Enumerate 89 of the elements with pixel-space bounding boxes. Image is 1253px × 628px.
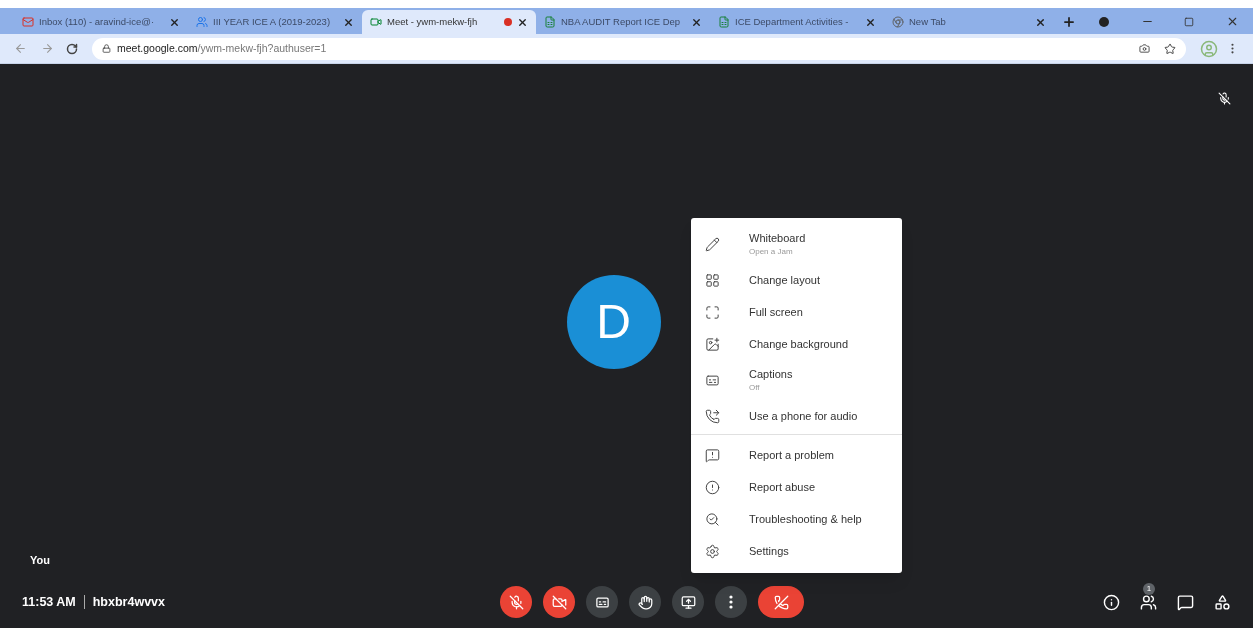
profile-indicator-icon[interactable]	[1099, 17, 1109, 27]
captions-icon	[594, 594, 610, 610]
menu-item[interactable]: Full screen	[691, 296, 902, 328]
new-tab-icon[interactable]	[1062, 15, 1076, 29]
pencil-icon	[705, 236, 720, 252]
clock-time: 11:53 AM	[22, 593, 76, 611]
menu-item-label: Report abuse	[749, 479, 816, 495]
captions-icon	[705, 372, 720, 388]
hand-icon	[637, 594, 653, 610]
camera-off-icon	[551, 594, 567, 610]
spreadsheet-icon	[544, 16, 556, 28]
chat-icon[interactable]	[1177, 593, 1194, 611]
menu-item-label: Whiteboard	[749, 230, 806, 246]
bookmark-star-icon[interactable]	[1164, 42, 1176, 55]
maximize-icon[interactable]	[1184, 17, 1194, 27]
settings-icon	[705, 543, 720, 559]
people-icon[interactable]	[1140, 593, 1157, 611]
menu-item-label: Full screen	[749, 304, 803, 320]
url-text: meet.google.com/ywm-mekw-fjh?authuser=1	[117, 40, 327, 56]
hang-up-icon	[773, 594, 789, 610]
globe-icon	[892, 16, 904, 28]
lock-icon	[102, 44, 111, 53]
background-icon	[705, 336, 720, 352]
browser-tab[interactable]: New Tab	[884, 10, 1054, 34]
menu-item-sublabel: Off	[749, 382, 761, 395]
tab-title: ICE Department Activities -	[735, 14, 850, 29]
phone-icon	[705, 408, 720, 424]
people-icon	[196, 16, 208, 28]
tab-title: III YEAR ICE A (2019-2023)	[213, 14, 332, 29]
camera-icon[interactable]	[1139, 43, 1150, 54]
tab-title: Inbox (110) - aravind-ice@·	[39, 14, 156, 29]
mail-icon	[22, 16, 34, 28]
participant-name: You	[30, 552, 50, 568]
tab-title: New Tab	[909, 14, 947, 29]
fullscreen-icon	[705, 304, 720, 320]
menu-item-label: Use a phone for audio	[749, 408, 858, 424]
menu-item-label: Change background	[749, 336, 849, 352]
menu-item[interactable]: Change layout	[691, 264, 902, 296]
menu-item[interactable]: Captions Off	[691, 360, 902, 400]
video-camera-icon	[370, 16, 382, 28]
close-tab-icon[interactable]	[169, 16, 180, 28]
address-bar[interactable]: meet.google.com/ywm-mekw-fjh?authuser=1	[92, 37, 1186, 60]
feedback-icon	[705, 447, 720, 463]
menu-item-sublabel: Open a Jam	[749, 246, 794, 259]
alert-icon	[705, 479, 720, 495]
tab-title: NBA AUDIT Report ICE Dep	[561, 14, 682, 29]
present-icon	[680, 594, 696, 610]
menu-item-label: Troubleshooting & help	[749, 511, 862, 527]
layout-icon	[705, 272, 720, 288]
more-options-button[interactable]	[715, 586, 747, 618]
leave-call-button[interactable]	[758, 586, 804, 618]
spreadsheet-icon	[718, 16, 730, 28]
browser-tab[interactable]: ICE Department Activities -	[710, 10, 884, 34]
close-window-icon[interactable]	[1226, 15, 1239, 28]
close-tab-icon[interactable]	[691, 16, 702, 28]
info-icon[interactable]	[1103, 593, 1120, 611]
close-tab-icon[interactable]	[865, 16, 876, 28]
mic-off-icon	[508, 594, 524, 610]
captions-button[interactable]	[586, 586, 618, 618]
close-tab-icon[interactable]	[517, 16, 528, 28]
menu-item[interactable]: Whiteboard Open a Jam	[691, 224, 902, 264]
menu-item-label: Change layout	[749, 272, 820, 288]
reload-icon[interactable]	[66, 42, 78, 55]
menu-item[interactable]: Use a phone for audio	[691, 400, 902, 432]
camera-button[interactable]	[543, 586, 575, 618]
close-tab-icon[interactable]	[343, 16, 354, 28]
participant-count-badge: 1	[1143, 582, 1155, 595]
magnifier-icon	[705, 511, 720, 527]
menu-item-label: Captions	[749, 366, 793, 382]
menu-item-label: Report a problem	[749, 447, 834, 463]
present-button[interactable]	[672, 586, 704, 618]
more-icon	[729, 595, 733, 609]
mic-button[interactable]	[500, 586, 532, 618]
menu-item[interactable]: Change background	[691, 328, 902, 360]
menu-item[interactable]: Report abuse	[691, 471, 902, 503]
browser-tab[interactable]: Meet - ywm-mekw-fjh	[362, 10, 536, 34]
tab-title: Meet - ywm-mekw-fjh	[387, 14, 479, 29]
browser-tab[interactable]: NBA AUDIT Report ICE Dep	[536, 10, 710, 34]
menu-item[interactable]: Settings	[691, 535, 902, 567]
menu-item-label: Settings	[749, 543, 789, 559]
browser-tab[interactable]: III YEAR ICE A (2019-2023)	[188, 10, 362, 34]
close-tab-icon[interactable]	[1035, 16, 1046, 28]
meeting-code: hbxbr4wvvx	[92, 593, 165, 611]
menu-item[interactable]: Troubleshooting & help	[691, 503, 902, 535]
participant-avatar: D	[566, 275, 661, 369]
menu-item[interactable]: Report a problem	[691, 439, 902, 471]
browser-tab[interactable]: Inbox (110) - aravind-ice@·	[14, 10, 188, 34]
raise-hand-button[interactable]	[629, 586, 661, 618]
activities-icon[interactable]	[1214, 593, 1231, 611]
